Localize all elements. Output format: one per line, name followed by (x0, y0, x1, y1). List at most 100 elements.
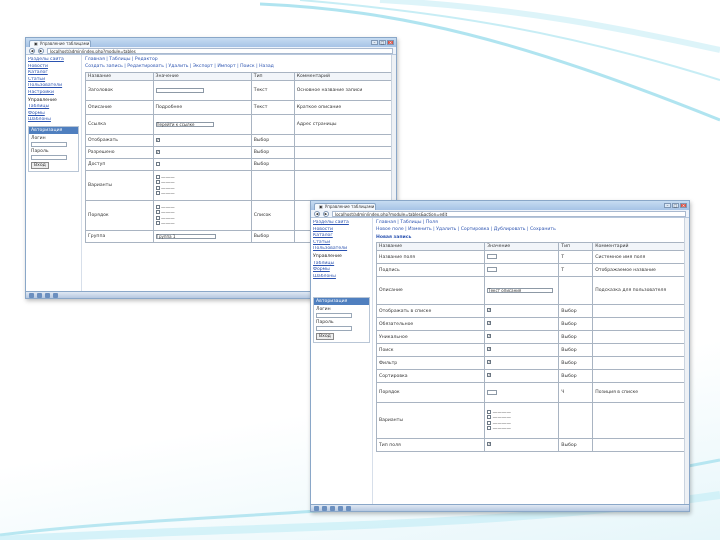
row-value: ✓ (484, 317, 560, 331)
minimize-icon[interactable]: – (371, 40, 378, 45)
maximize-icon[interactable]: □ (379, 40, 386, 45)
app-icon[interactable] (45, 292, 50, 298)
row-type: Выбор (558, 438, 594, 452)
back-icon[interactable]: ◀ (29, 47, 35, 54)
nav-link[interactable]: Пользователи (313, 246, 370, 251)
login-input[interactable] (316, 312, 352, 318)
checkbox[interactable]: ✓ (487, 334, 492, 339)
value-input[interactable] (487, 254, 498, 259)
login-button[interactable]: Вход (316, 332, 334, 340)
radio-option[interactable] (155, 180, 160, 184)
value-input[interactable] (487, 267, 498, 272)
breadcrumb[interactable]: Главная | Таблицы | Редактор (85, 57, 393, 62)
close-icon[interactable]: × (387, 40, 394, 45)
nav-link[interactable]: Новости (313, 227, 370, 232)
vertical-scrollbar[interactable] (684, 218, 689, 504)
link-input[interactable]: Перейти к ссылке (155, 121, 214, 127)
table-row: Поиск ✓ Выбор (375, 343, 686, 357)
radio-option[interactable] (487, 426, 492, 430)
nav-link[interactable]: Статьи (313, 240, 370, 245)
radio-option[interactable] (155, 221, 160, 225)
start-icon[interactable] (29, 292, 34, 298)
nav-link[interactable]: Каталог (313, 233, 370, 238)
radio-option[interactable] (487, 420, 492, 425)
browser-tab[interactable]: ▣ Управление таблицами (29, 40, 91, 47)
row-type: Выбор (250, 134, 295, 147)
checkbox[interactable]: ✓ (487, 308, 492, 313)
radio-option[interactable] (487, 409, 492, 414)
app-icon[interactable] (53, 292, 58, 298)
nav-link[interactable]: Настройки (28, 90, 79, 95)
browser-tab[interactable]: ▣ Управление таблицами (314, 203, 376, 210)
breadcrumb[interactable]: Главная | Таблицы | Поля (376, 220, 686, 225)
action-menu[interactable]: Создать запись | Редактировать | Удалить… (85, 64, 393, 70)
login-box: Авторизация Логин Пароль Вход (28, 126, 79, 172)
url-field[interactable]: localhost/admin/index.php?module=tables&… (332, 210, 686, 217)
row-comment: Подсказка для пользователя (592, 276, 686, 305)
password-label: Пароль (31, 149, 49, 154)
nav-link[interactable]: Новости (28, 64, 79, 69)
row-value[interactable]: Подробнее (152, 100, 252, 115)
back-icon[interactable]: ◀ (314, 210, 320, 217)
nav-link[interactable]: Формы (28, 111, 79, 116)
checkbox[interactable]: ✓ (487, 360, 492, 365)
login-input[interactable] (31, 142, 67, 147)
nav-link[interactable]: Каталог (28, 70, 79, 75)
checkbox[interactable]: ✓ (487, 373, 492, 378)
nav-link[interactable]: Шаблоны (28, 117, 79, 122)
radio-option[interactable] (155, 210, 160, 214)
group-select[interactable]: Группа 1 (155, 233, 216, 239)
radio-option[interactable] (155, 191, 160, 195)
nav-link[interactable]: Разделы сайта (28, 57, 79, 62)
start-icon[interactable] (314, 505, 319, 511)
nav-link[interactable]: Таблицы (28, 104, 79, 109)
forward-icon[interactable]: ▶ (323, 210, 329, 217)
radio-option[interactable] (155, 215, 160, 220)
checkbox[interactable]: ✓ (487, 347, 492, 352)
radio-option[interactable] (155, 204, 160, 209)
nav-link[interactable]: Статьи (28, 77, 79, 82)
minimize-icon[interactable]: – (664, 203, 671, 208)
table-row: Разрешено ✓ Выбор (85, 146, 394, 159)
radio-option[interactable] (155, 185, 160, 190)
checkbox[interactable] (155, 161, 160, 166)
description-input[interactable]: Текст описания (487, 287, 554, 293)
password-label: Пароль (316, 319, 334, 325)
row-comment (592, 343, 686, 357)
row-value: Текст описания (484, 276, 560, 305)
row-name: Подпись (375, 263, 486, 277)
close-icon[interactable]: × (680, 203, 687, 208)
app-icon[interactable] (330, 505, 335, 511)
table-row: Порядок Ч Позиция в списке (375, 382, 686, 403)
row-value: ✓ (484, 356, 560, 370)
row-comment (293, 170, 394, 201)
checkbox[interactable]: ✓ (487, 321, 492, 326)
app-icon[interactable] (338, 505, 343, 511)
checkbox[interactable]: ✓ (487, 442, 492, 447)
value-input[interactable] (155, 87, 204, 93)
row-comment (592, 304, 686, 318)
maximize-icon[interactable]: □ (672, 203, 679, 208)
checkbox[interactable]: ✓ (155, 149, 160, 154)
row-name: Обязательное (375, 317, 486, 331)
value-input[interactable] (487, 389, 498, 395)
app-icon[interactable] (346, 505, 351, 511)
app-icon[interactable] (37, 292, 42, 298)
nav-link[interactable]: Таблицы (313, 261, 370, 266)
checkbox[interactable]: ✓ (155, 137, 160, 142)
url-field[interactable]: localhost/admin/index.php?module=tables (47, 47, 393, 54)
forward-icon[interactable]: ▶ (38, 47, 44, 54)
action-menu[interactable]: Новое поле | Изменить | Удалить | Сортир… (376, 227, 686, 233)
password-input[interactable] (31, 155, 67, 160)
table-row: Фильтр ✓ Выбор (375, 356, 686, 370)
radio-option[interactable] (155, 174, 160, 179)
password-input[interactable] (316, 325, 352, 331)
nav-link[interactable]: Шаблоны (313, 274, 370, 279)
radio-option[interactable] (487, 415, 492, 419)
nav-link[interactable]: Пользователи (28, 83, 79, 88)
login-button[interactable]: Вход (31, 162, 49, 169)
row-type: Выбор (558, 317, 594, 331)
nav-link[interactable]: Формы (313, 267, 370, 272)
app-icon[interactable] (322, 505, 327, 511)
nav-link[interactable]: Разделы сайта (313, 220, 370, 225)
